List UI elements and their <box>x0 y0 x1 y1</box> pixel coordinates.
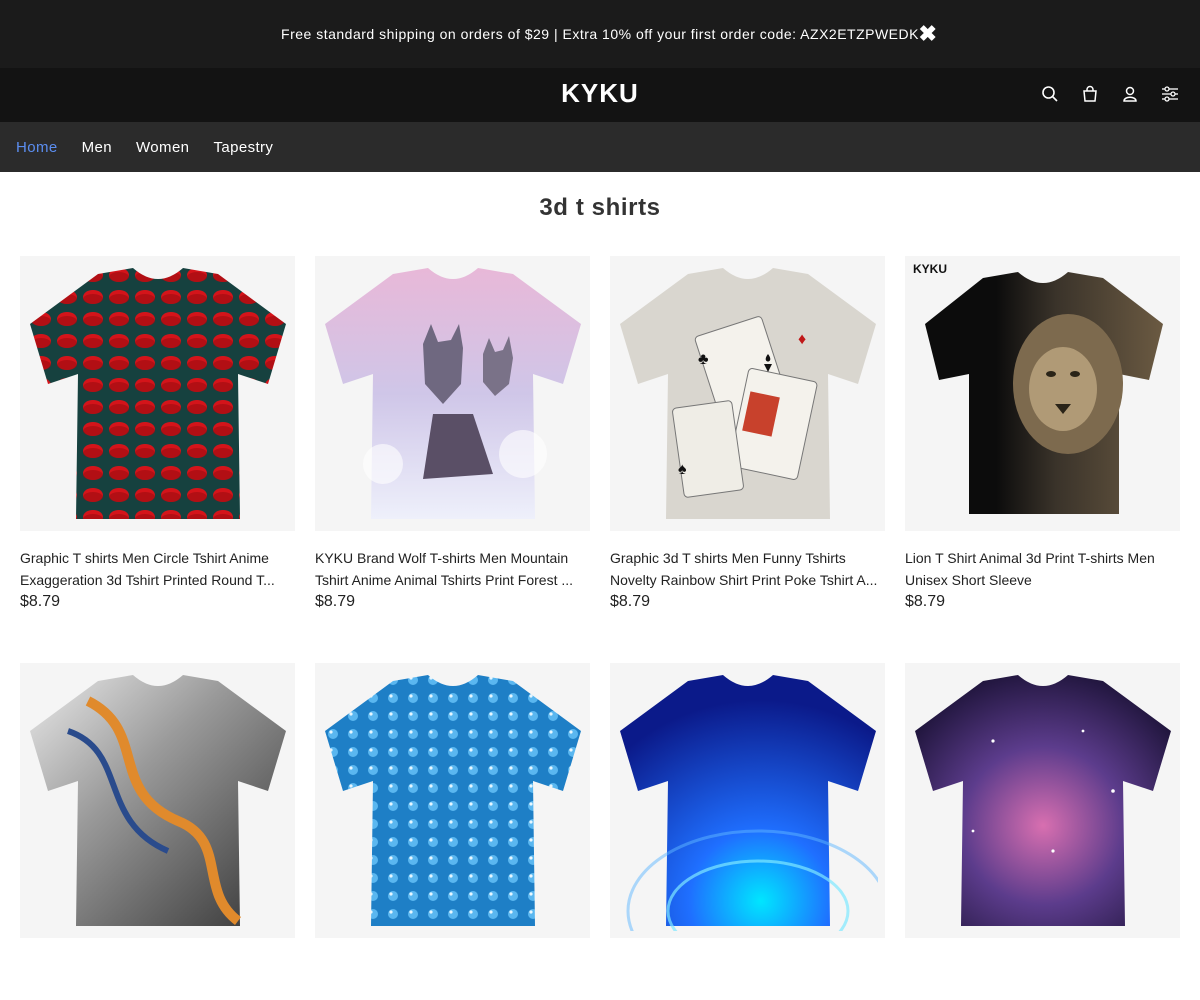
product-image[interactable] <box>905 663 1180 938</box>
product-image[interactable]: ♣ ♦ ♠ <box>610 256 885 531</box>
product-title[interactable] <box>610 954 885 998</box>
product-card[interactable]: ♣ ♦ ♠ Graphic 3d T shirts Men Funny Tshi… <box>610 256 885 611</box>
product-card[interactable] <box>905 663 1180 1000</box>
product-price: $8.79 <box>20 593 61 610</box>
product-card[interactable] <box>315 663 590 1000</box>
product-title[interactable] <box>20 954 295 998</box>
product-title[interactable]: Lion T Shirt Animal 3d Print T-shirts Me… <box>905 547 1180 591</box>
product-image[interactable] <box>315 256 590 531</box>
product-card[interactable] <box>610 663 885 1000</box>
user-icon[interactable] <box>1120 84 1140 104</box>
product-price: $8.79 <box>905 593 946 610</box>
product-title[interactable]: KYKU Brand Wolf T-shirts Men Mountain Ts… <box>315 547 590 591</box>
svg-text:♠: ♠ <box>678 461 687 478</box>
brand-mark: KYKU <box>913 262 948 276</box>
product-grid: Graphic T shirts Men Circle Tshirt Anime… <box>20 256 1180 1000</box>
nav-item-women[interactable]: Women <box>136 139 189 156</box>
product-price: $8.79 <box>610 593 651 610</box>
product-title[interactable]: Graphic T shirts Men Circle Tshirt Anime… <box>20 547 295 591</box>
announcement-text: Free standard shipping on orders of $29 … <box>281 26 919 42</box>
announcement-bar: Free standard shipping on orders of $29 … <box>0 0 1200 68</box>
product-card[interactable]: KYKU Brand Wolf T-shirts Men Mountain Ts… <box>315 256 590 611</box>
close-icon[interactable]: ✖ <box>918 22 938 46</box>
shopping-bag-icon[interactable] <box>1080 84 1100 104</box>
product-title[interactable]: Graphic 3d T shirts Men Funny Tshirts No… <box>610 547 885 591</box>
product-image[interactable]: KYKU <box>905 256 1180 531</box>
search-icon[interactable] <box>1040 84 1060 104</box>
filter-sliders-icon[interactable] <box>1160 84 1180 104</box>
product-image[interactable] <box>20 663 295 938</box>
nav-item-tapestry[interactable]: Tapestry <box>213 139 273 156</box>
product-title[interactable] <box>315 954 590 998</box>
site-logo[interactable]: KYKU <box>0 78 1200 109</box>
product-card[interactable]: Graphic T shirts Men Circle Tshirt Anime… <box>20 256 295 611</box>
nav-item-men[interactable]: Men <box>82 139 112 156</box>
product-card[interactable]: KYKU Lion T Shirt Animal 3d Print T-shir… <box>905 256 1180 611</box>
site-header: KYKU <box>0 68 1200 122</box>
product-card[interactable] <box>20 663 295 1000</box>
product-price: $8.79 <box>315 593 356 610</box>
main-nav: Home Men Women Tapestry <box>0 122 1200 172</box>
product-image[interactable] <box>610 663 885 938</box>
nav-item-home[interactable]: Home <box>16 139 58 156</box>
product-image[interactable] <box>315 663 590 938</box>
svg-text:♣: ♣ <box>698 351 709 368</box>
product-image[interactable] <box>20 256 295 531</box>
page-title: 3d t shirts <box>539 194 661 221</box>
product-title[interactable] <box>905 954 1180 998</box>
header-icons <box>1040 84 1180 104</box>
svg-text:♦: ♦ <box>798 331 806 348</box>
